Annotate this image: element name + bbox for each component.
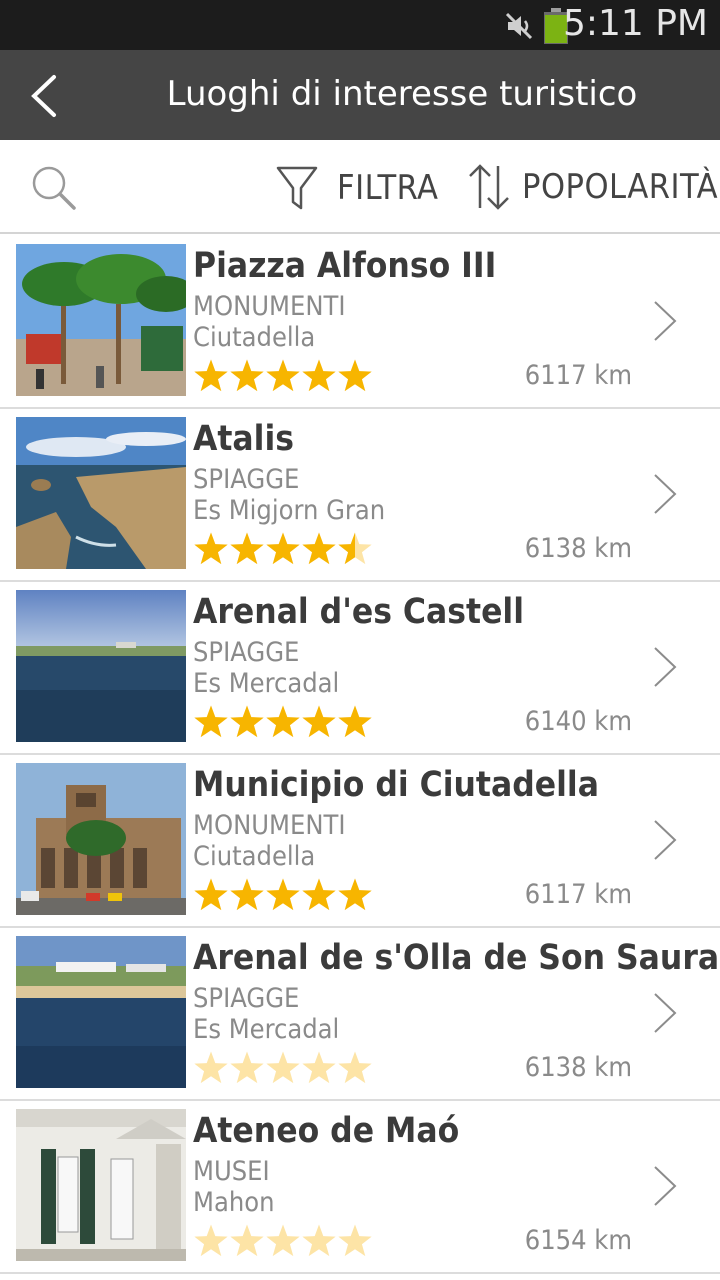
star-icon — [230, 1224, 264, 1257]
place-town: Es Mercadal — [193, 668, 340, 699]
rating-stars — [194, 1224, 372, 1257]
place-thumbnail — [16, 936, 186, 1088]
list-item[interactable]: Arenal d'es Castell SPIAGGE Es Mercadal … — [0, 582, 720, 755]
star-icon-filled — [302, 359, 336, 392]
chevron-right-icon — [654, 1166, 677, 1206]
star-icon-filled — [338, 705, 372, 738]
star-icon — [302, 1051, 336, 1084]
search-icon[interactable] — [30, 164, 78, 212]
status-bar: 5:11 PM — [0, 0, 720, 50]
star-icon-filled — [302, 532, 336, 565]
star-icon-filled — [194, 532, 228, 565]
star-icon-filled — [194, 878, 228, 911]
list-item[interactable]: Ateneo de Maó MUSEI Mahon 6154 km — [0, 1101, 720, 1274]
place-thumbnail — [16, 1109, 186, 1261]
star-icon-filled — [230, 532, 264, 565]
mute-icon — [505, 12, 533, 40]
place-name: Ateneo de Maó — [193, 1111, 460, 1151]
place-distance: 6138 km — [524, 1052, 632, 1083]
chevron-right-icon — [654, 647, 677, 687]
star-icon — [302, 1224, 336, 1257]
star-icon-filled — [266, 532, 300, 565]
place-town: Es Mercadal — [193, 1014, 340, 1045]
place-name: Arenal de s'Olla de Son Saura — [193, 938, 720, 978]
star-icon — [266, 1051, 300, 1084]
place-town: Ciutadella — [193, 841, 316, 872]
place-category: MONUMENTI — [193, 810, 346, 841]
star-icon-filled — [338, 878, 372, 911]
place-category: SPIAGGE — [193, 637, 300, 668]
rating-stars — [194, 532, 372, 565]
filter-label: FILTRA — [337, 168, 439, 208]
funnel-icon — [276, 166, 318, 210]
place-category: SPIAGGE — [193, 464, 300, 495]
place-name: Piazza Alfonso III — [193, 246, 497, 286]
place-thumbnail — [16, 763, 186, 915]
star-rating — [193, 358, 373, 394]
place-name: Atalis — [193, 419, 294, 459]
rating-stars — [194, 359, 372, 392]
list-item[interactable]: Municipio di Ciutadella MONUMENTI Ciutad… — [0, 755, 720, 928]
star-icon-filled — [230, 878, 264, 911]
place-distance: 6154 km — [524, 1225, 632, 1256]
place-distance: 6117 km — [524, 879, 632, 910]
filter-button[interactable]: FILTRA — [275, 164, 438, 212]
star-icon-filled — [230, 705, 264, 738]
rating-stars — [194, 1051, 372, 1084]
star-rating — [193, 877, 373, 913]
star-icon — [194, 1224, 228, 1257]
toolbar: FILTRA POPOLARITÀ — [0, 140, 720, 234]
star-icon — [266, 1224, 300, 1257]
place-distance: 6117 km — [524, 360, 632, 391]
place-category: SPIAGGE — [193, 983, 300, 1014]
star-icon-filled — [338, 359, 372, 392]
star-icon-filled — [194, 359, 228, 392]
status-time: 5:11 PM — [562, 3, 708, 44]
place-town: Ciutadella — [193, 322, 316, 353]
rating-stars — [194, 705, 372, 738]
place-category: MONUMENTI — [193, 291, 346, 322]
place-thumbnail — [16, 417, 186, 569]
sort-button[interactable]: POPOLARITÀ — [466, 162, 718, 212]
chevron-right-icon — [654, 474, 677, 514]
star-icon-filled — [266, 705, 300, 738]
sort-arrows-icon — [469, 164, 509, 210]
place-category: MUSEI — [193, 1156, 270, 1187]
sort-label: POPOLARITÀ — [522, 167, 718, 207]
list-item[interactable]: Piazza Alfonso III MONUMENTI Ciutadella … — [0, 236, 720, 409]
place-town: Mahon — [193, 1187, 275, 1218]
chevron-right-icon — [654, 993, 677, 1033]
place-distance: 6138 km — [524, 533, 632, 564]
place-distance: 6140 km — [524, 706, 632, 737]
star-icon-filled — [302, 705, 336, 738]
list-item[interactable]: Atalis SPIAGGE Es Migjorn Gran 6138 km — [0, 409, 720, 582]
star-icon-filled — [230, 359, 264, 392]
list-item[interactable]: Arenal de s'Olla de Son Saura SPIAGGE Es… — [0, 928, 720, 1101]
star-icon — [194, 1051, 228, 1084]
place-town: Es Migjorn Gran — [193, 495, 386, 526]
app-header: Luoghi di interesse turistico — [0, 50, 720, 140]
place-thumbnail — [16, 590, 186, 742]
star-icon-filled — [266, 878, 300, 911]
places-list: Piazza Alfonso III MONUMENTI Ciutadella … — [0, 236, 720, 1274]
star-icon — [338, 1051, 372, 1084]
star-icon-filled — [194, 705, 228, 738]
star-icon-filled — [302, 878, 336, 911]
star-icon — [338, 1224, 372, 1257]
place-name: Municipio di Ciutadella — [193, 765, 599, 805]
star-rating — [193, 1050, 373, 1086]
rating-stars — [194, 878, 372, 911]
place-name: Arenal d'es Castell — [193, 592, 524, 632]
star-icon — [230, 1051, 264, 1084]
page-title: Luoghi di interesse turistico — [166, 74, 638, 114]
chevron-right-icon — [654, 820, 677, 860]
star-rating — [193, 531, 373, 567]
chevron-right-icon — [654, 301, 677, 341]
place-thumbnail — [16, 244, 186, 396]
star-rating — [193, 704, 373, 740]
star-rating — [193, 1223, 373, 1259]
star-icon-filled — [266, 359, 300, 392]
